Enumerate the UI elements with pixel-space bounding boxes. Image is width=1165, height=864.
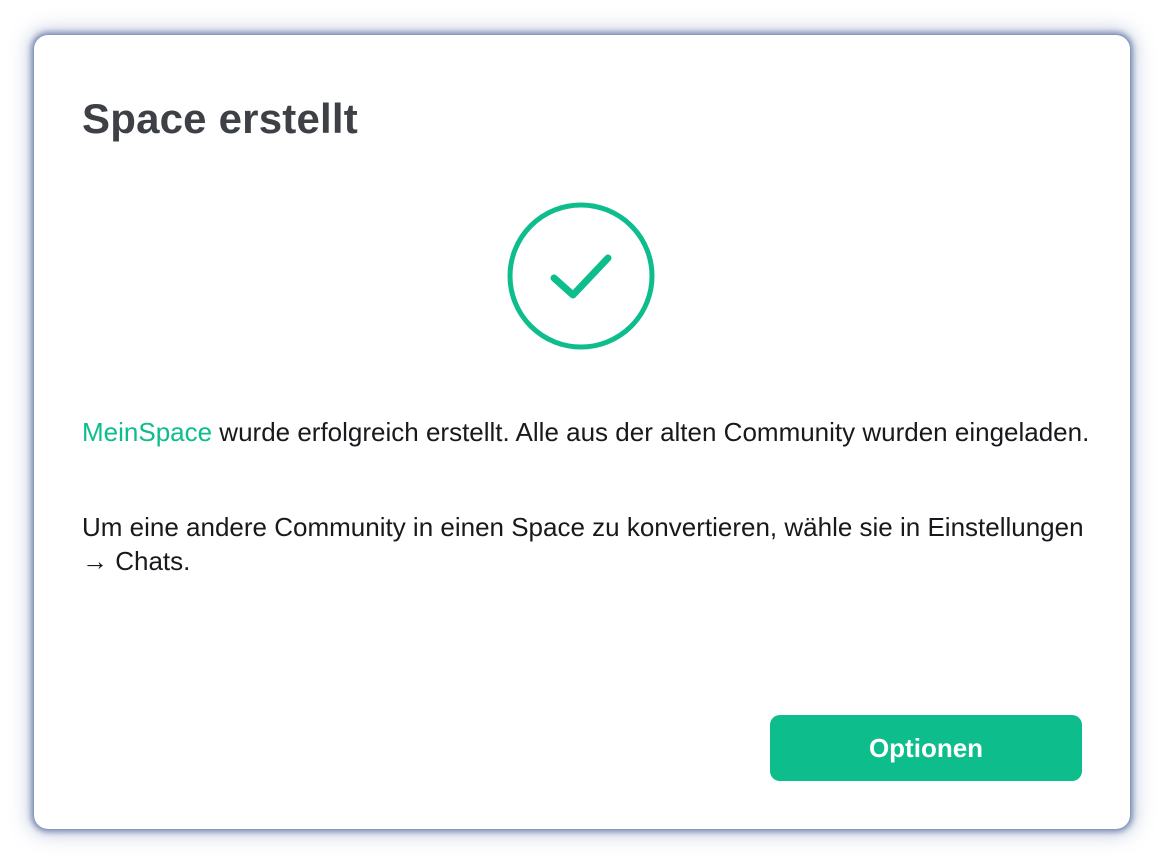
conversion-hint: Um eine andere Community in einen Space … bbox=[82, 512, 1084, 576]
screen: Space erstellt MeinSpace wurde erfolgrei… bbox=[0, 0, 1165, 864]
space-created-dialog: Space erstellt MeinSpace wurde erfolgrei… bbox=[34, 35, 1130, 829]
checkmark-circle-icon bbox=[506, 201, 656, 351]
options-button[interactable]: Optionen bbox=[770, 715, 1082, 781]
space-name-link[interactable]: MeinSpace bbox=[82, 417, 212, 447]
dialog-title: Space erstellt bbox=[82, 95, 358, 142]
success-message: MeinSpace wurde erfolgreich erstellt. Al… bbox=[82, 415, 1092, 449]
success-message-text: wurde erfolgreich erstellt. Alle aus der… bbox=[212, 417, 1090, 447]
